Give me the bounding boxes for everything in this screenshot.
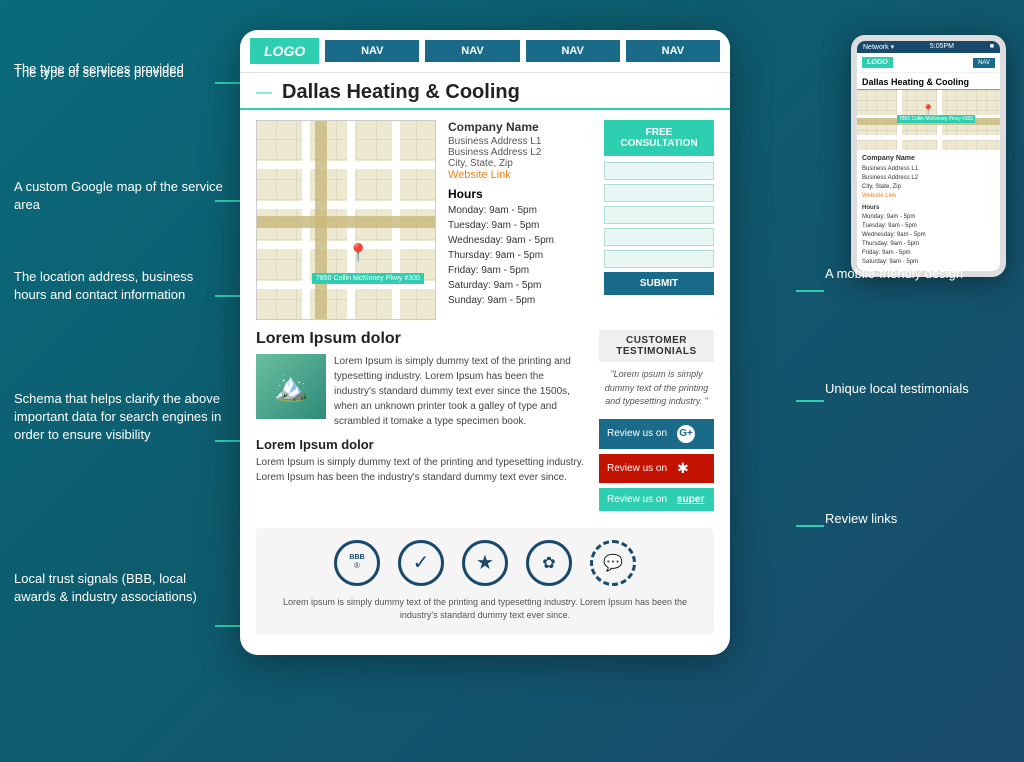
chat-badge: 💬 <box>590 540 636 586</box>
main-mockup: LOGO NAV NAV NAV NAV — Dallas Heating & … <box>240 30 730 655</box>
star-badge: ★ <box>462 540 508 586</box>
mobile-status-bar: Network ▾ 5:05PM ■ <box>857 41 1000 53</box>
review-super-label: Review us on <box>607 494 667 505</box>
lorem-thumbnail: 🏔️ <box>256 354 326 419</box>
annotation-services-text: The type of services provided <box>14 64 229 82</box>
mobile-navbar: LOGO NAV <box>857 53 1000 73</box>
nav-item-3[interactable]: NAV <box>526 40 620 62</box>
mobile-page-title: Dallas Heating & Cooling <box>857 73 1000 90</box>
form-field-3[interactable] <box>604 206 714 224</box>
company-info: Company Name Business Address L1 Busines… <box>448 120 592 320</box>
mockup-logo: LOGO <box>250 38 319 64</box>
mountain-icon: 🏔️ <box>274 370 309 403</box>
annotation-testimonials: Unique local testimonials <box>825 380 1010 398</box>
page-title: Dallas Heating & Cooling <box>282 81 520 104</box>
consultation-form: FREE CONSULTATION SUBMIT <box>604 120 714 320</box>
review-yelp-button[interactable]: Review us on ✱ <box>599 454 714 483</box>
mobile-company-info: Company Name Business Address L1 Busines… <box>857 150 1000 271</box>
testimonials-quote: "Lorem ipsum is simply dummy text of the… <box>599 368 714 409</box>
form-field-5[interactable] <box>604 250 714 268</box>
review-google-button[interactable]: Review us on G+ <box>599 419 714 449</box>
form-field-1[interactable] <box>604 162 714 180</box>
nav-item-1[interactable]: NAV <box>325 40 419 62</box>
bbb-icon: BBB ® <box>334 540 380 586</box>
submit-button[interactable]: SUBMIT <box>604 272 714 295</box>
testimonials-area: Lorem Ipsum dolor 🏔️ Lorem Ipsum is simp… <box>240 330 730 516</box>
mockup-navbar: LOGO NAV NAV NAV NAV <box>240 30 730 73</box>
annotation-map-text: A custom Google map of the service area <box>14 178 229 214</box>
testimonials-box: CUSTOMER TESTIMONIALS "Lorem ipsum is si… <box>599 330 714 516</box>
checkmark-badge: ✓ <box>398 540 444 586</box>
super-icon: super <box>677 494 704 505</box>
connector-right-2 <box>796 400 824 402</box>
nav-item-4[interactable]: NAV <box>626 40 720 62</box>
annotation-reviews: Review links <box>825 510 1010 528</box>
map-pin: 📍 <box>347 243 369 264</box>
mobile-nav-button[interactable]: NAV <box>973 58 995 68</box>
google-map: 📍 7850 Collin McKinney Pkwy #300 <box>256 120 436 320</box>
annotation-mobile: A mobile-friendly design <box>825 265 1010 283</box>
review-google-label: Review us on <box>607 428 667 439</box>
flower-badge: ✿ <box>526 540 572 586</box>
trust-section: BBB ® ✓ ★ ✿ 💬 Lorem ipsum is simply dumm… <box>256 528 714 635</box>
hours-list: Monday: 9am - 5pmTuesday: 9am - 5pmWedne… <box>448 203 592 308</box>
content-area: 📍 7850 Collin McKinney Pkwy #300 Company… <box>240 110 730 330</box>
review-yelp-label: Review us on <box>607 463 667 474</box>
form-field-2[interactable] <box>604 184 714 202</box>
annotation-location-text: The location address, business hours and… <box>14 268 229 304</box>
google-plus-icon: G+ <box>677 425 695 443</box>
mobile-map: 📍 7850 Collin McKinney Pkwy #300 <box>857 90 1000 150</box>
yelp-icon: ✱ <box>677 460 689 477</box>
trust-text: Lorem ipsum is simply dummy text of the … <box>268 596 702 623</box>
connector-right-3 <box>796 525 824 527</box>
cta-button[interactable]: FREE CONSULTATION <box>604 120 714 156</box>
annotation-trust-text: Local trust signals (BBB, local awards &… <box>14 570 229 606</box>
testimonials-header: CUSTOMER TESTIMONIALS <box>599 330 714 362</box>
form-field-4[interactable] <box>604 228 714 246</box>
map-pin-label: 7850 Collin McKinney Pkwy #300 <box>312 273 424 284</box>
lorem-section: Lorem Ipsum dolor 🏔️ Lorem Ipsum is simp… <box>256 330 587 516</box>
nav-item-2[interactable]: NAV <box>425 40 519 62</box>
annotation-schema-text: Schema that helps clarify the above impo… <box>14 390 229 445</box>
mobile-logo: LOGO <box>862 57 893 68</box>
mobile-pin-label: 7850 Collin McKinney Pkwy #300 <box>897 115 975 123</box>
connector-right-1 <box>796 290 824 292</box>
review-super-button[interactable]: Review us on super <box>599 488 714 511</box>
mobile-mockup: Network ▾ 5:05PM ■ LOGO NAV Dallas Heati… <box>851 35 1006 277</box>
